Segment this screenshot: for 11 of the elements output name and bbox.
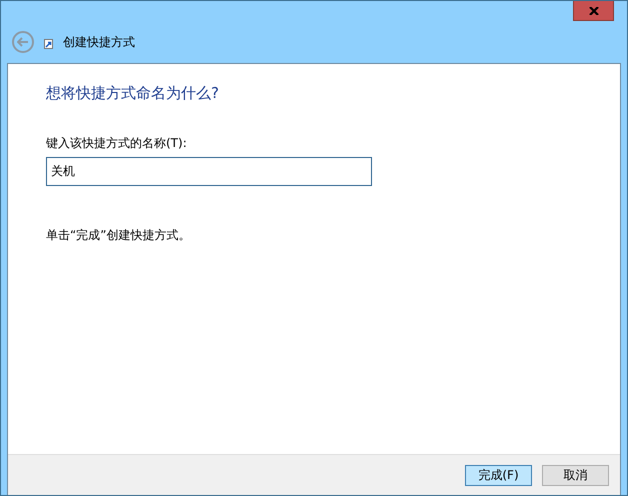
finish-button[interactable]: 完成(F)	[465, 464, 532, 486]
window-title: 创建快捷方式	[63, 34, 135, 50]
close-button[interactable]	[573, 1, 614, 21]
page-heading: 想将快捷方式命名为什么?	[46, 84, 220, 103]
instruction-text: 单击“完成”创建快捷方式。	[46, 227, 192, 244]
back-arrow-icon	[17, 37, 29, 47]
cancel-button[interactable]: 取消	[542, 464, 609, 486]
shortcut-icon	[44, 39, 53, 49]
close-icon	[588, 6, 598, 14]
field-label: 键入该快捷方式的名称(T):	[46, 135, 188, 152]
name-field[interactable]: 关机	[46, 157, 372, 186]
